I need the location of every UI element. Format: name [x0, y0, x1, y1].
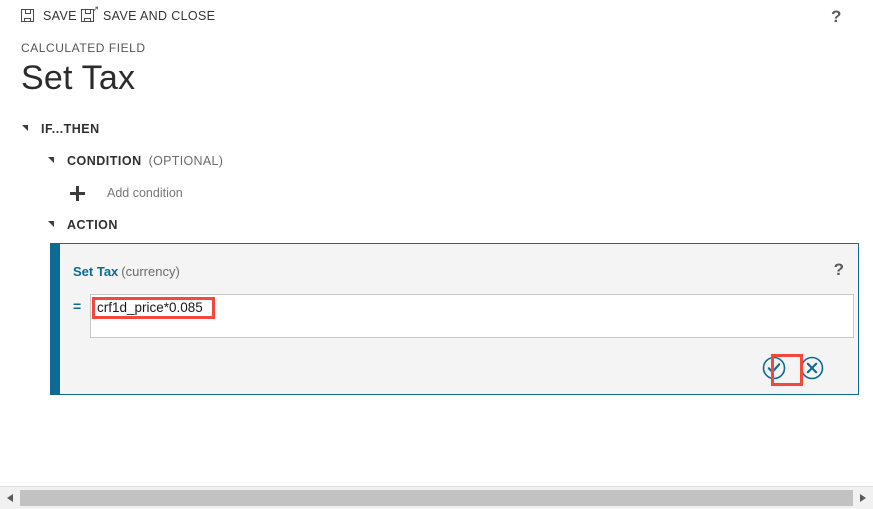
action-field-label: Set Tax (currency) [73, 264, 180, 279]
horizontal-scrollbar[interactable] [0, 486, 873, 509]
formula-input-value: crf1d_price*0.085 [97, 300, 203, 315]
save-button[interactable]: SAVE [21, 8, 77, 23]
save-and-close-button-label: SAVE AND CLOSE [103, 8, 216, 23]
formula-input[interactable]: crf1d_price*0.085 [90, 294, 854, 338]
chevron-down-icon[interactable] [47, 155, 59, 167]
breadcrumb: CALCULATED FIELD [21, 41, 146, 55]
tree-node-action-label: ACTION [67, 218, 118, 232]
equals-sign: = [73, 298, 82, 314]
command-bar: SAVE ↗ SAVE AND CLOSE ? [0, 0, 873, 38]
tree-node-action[interactable]: ACTION [0, 214, 873, 236]
scroll-right-arrow-icon[interactable] [853, 487, 873, 509]
tree-node-condition[interactable]: CONDITION (OPTIONAL) [0, 150, 873, 172]
tree-node-if-then-label: IF...THEN [41, 122, 100, 136]
panel-help-icon[interactable]: ? [834, 261, 844, 278]
chevron-down-icon[interactable] [21, 123, 33, 135]
action-field-name: Set Tax [73, 264, 119, 279]
plus-icon[interactable] [70, 185, 85, 201]
help-icon[interactable]: ? [831, 8, 841, 25]
rule-tree: IF...THEN CONDITION (OPTIONAL) Add condi… [0, 118, 873, 246]
scroll-left-arrow-icon[interactable] [0, 487, 20, 509]
panel-action-buttons [762, 356, 824, 380]
save-icon [21, 8, 36, 23]
tree-node-condition-optional: (OPTIONAL) [148, 154, 224, 168]
action-field-type: (currency) [121, 264, 180, 279]
cancel-circle-icon[interactable] [800, 356, 824, 380]
save-and-close-button[interactable]: ↗ SAVE AND CLOSE [81, 5, 216, 23]
tree-node-condition-label: CONDITION [67, 154, 142, 168]
check-circle-icon[interactable] [762, 356, 786, 380]
add-condition-label[interactable]: Add condition [107, 186, 183, 200]
panel-accent-bar [51, 244, 60, 394]
action-panel: Set Tax (currency) ? = crf1d_price*0.085 [50, 243, 859, 395]
scrollbar-thumb[interactable] [20, 490, 853, 506]
save-and-close-icon: ↗ [81, 5, 99, 23]
save-button-label: SAVE [43, 8, 77, 23]
page-header: CALCULATED FIELD Set Tax [21, 41, 146, 99]
chevron-down-icon[interactable] [47, 219, 59, 231]
add-condition-row[interactable]: Add condition [0, 182, 873, 204]
tree-node-if-then[interactable]: IF...THEN [0, 118, 873, 140]
page-title: Set Tax [21, 59, 136, 97]
